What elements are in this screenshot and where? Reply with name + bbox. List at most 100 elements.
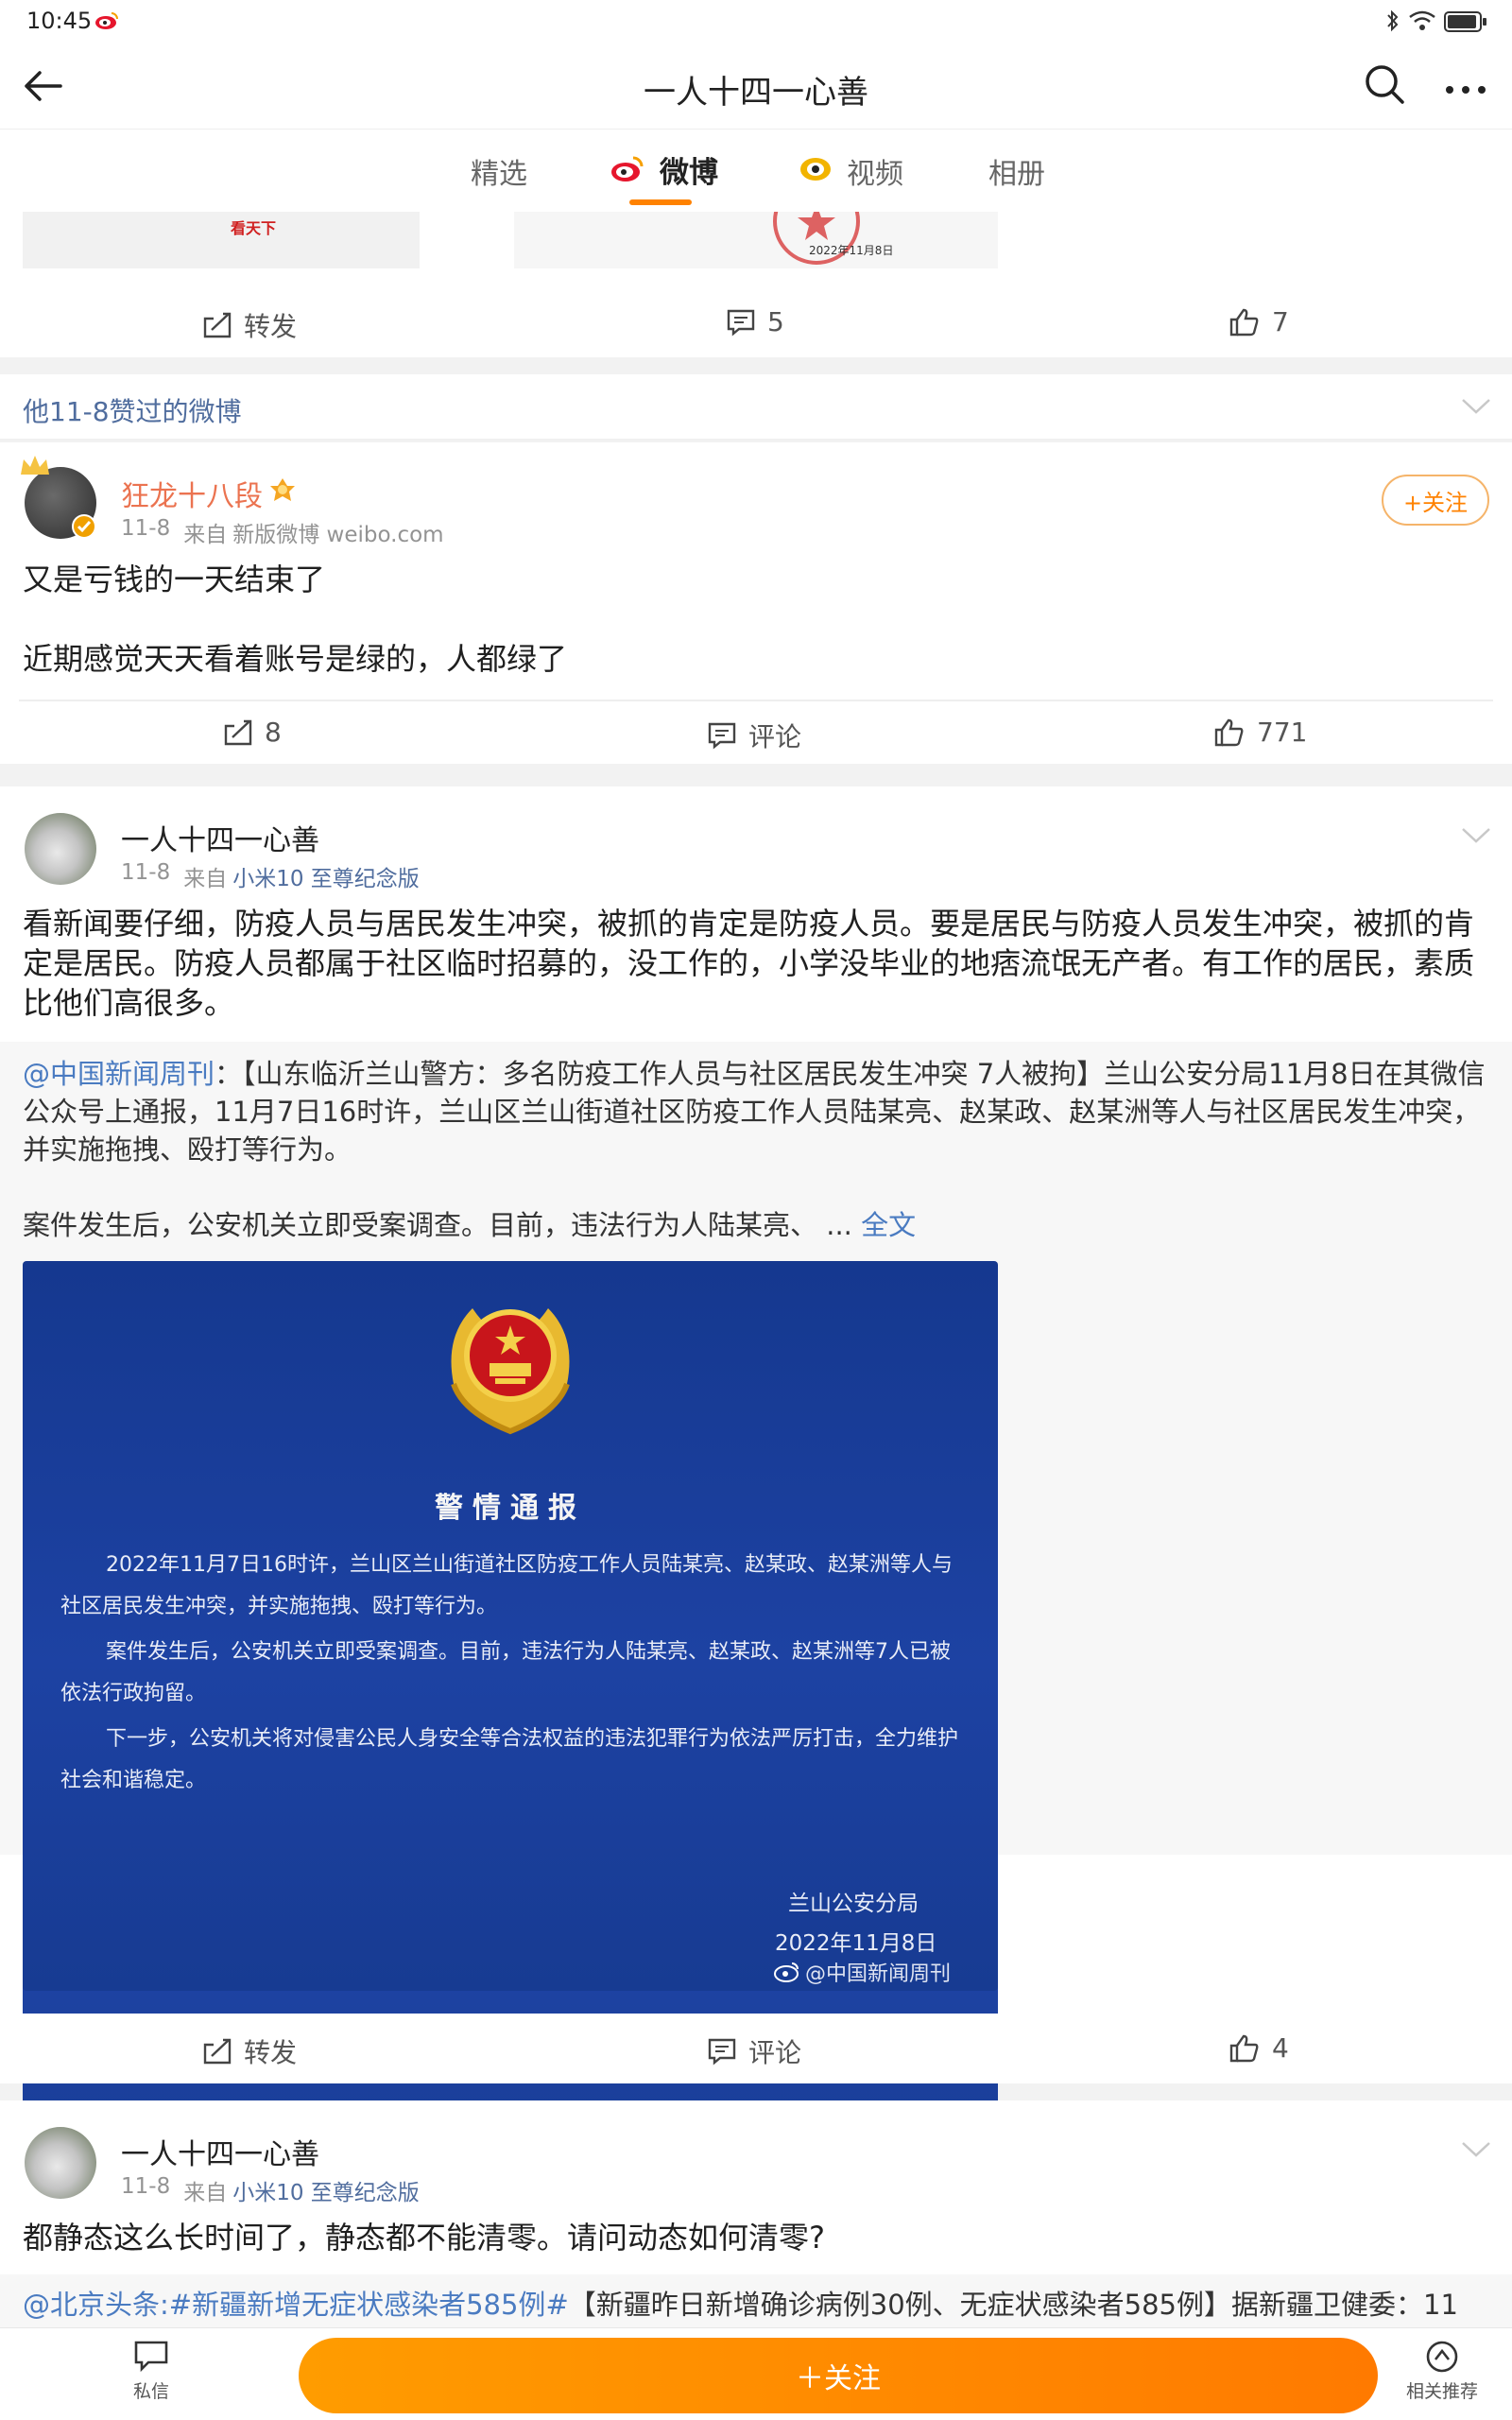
notice-signature: 兰山公安分局 — [788, 1892, 919, 1916]
avatar[interactable] — [21, 456, 96, 539]
verified-badge-icon — [72, 514, 96, 539]
watermark-text: @中国新闻周刊 — [805, 1962, 952, 1986]
thumbs-up-icon — [1229, 308, 1259, 336]
page-title: 一人十四一心善 — [644, 74, 868, 112]
crown-decoration-icon — [19, 454, 51, 480]
repost-button[interactable]: 8 — [223, 717, 282, 748]
like-button[interactable]: 771 — [1213, 717, 1307, 748]
post-date: 11-8 — [121, 516, 171, 541]
post-date: 11-8 — [121, 2174, 171, 2199]
follow-button[interactable]: +关注 — [1382, 475, 1489, 526]
tab-active-indicator — [629, 199, 692, 205]
chevron-down-icon[interactable] — [1461, 397, 1491, 420]
status-time: 10:45 — [26, 8, 93, 34]
bottom-bar: 私信 ＋关注 相关推荐 — [0, 2327, 1512, 2420]
comment-count: 5 — [767, 306, 784, 337]
post-source: 新版微博 weibo.com — [232, 523, 444, 547]
previous-post: 看天下 2022年11月8日 转发 5 7 — [0, 212, 1512, 357]
image-caption-left: 看天下 — [231, 219, 277, 237]
post-text-line2: 近期感觉天天看着账号是绿的，人都绿了 — [23, 641, 568, 677]
tab-video[interactable]: 视频 — [847, 150, 903, 192]
more-options-icon[interactable] — [1444, 81, 1487, 99]
tab-album[interactable]: 相册 — [988, 150, 1045, 192]
repost-label: 转发 — [244, 311, 298, 342]
compass-icon — [1426, 2341, 1458, 2373]
bluetooth-icon — [1385, 9, 1400, 36]
quoted-post[interactable]: @北京头条:#新疆新增无症状感染者585例#【新疆昨日新增确诊病例30例、无症状… — [0, 2274, 1512, 2331]
video-icon — [799, 156, 832, 186]
comment-button[interactable]: 5 — [726, 306, 784, 337]
notice-paragraph-1: 2022年11月7日16时许，兰山区兰山街道社区防疫工作人员陆某亮、赵某政、赵某… — [60, 1553, 953, 1618]
thumbs-up-icon — [1214, 718, 1244, 746]
avatar[interactable] — [25, 813, 96, 885]
tab-weibo[interactable]: 微博 — [660, 148, 718, 191]
police-notice-content: 警情通报 2022年11月7日16时许，兰山区兰山街道社区防疫工作人员陆某亮、赵… — [23, 1261, 998, 1991]
related-recommend-button[interactable]: 相关推荐 — [1385, 2340, 1499, 2415]
chevron-down-icon[interactable] — [1461, 826, 1491, 849]
post-username[interactable]: 一人十四一心善 — [121, 2131, 319, 2172]
like-count: 4 — [1272, 2032, 1289, 2064]
quoted-text-2: 案件发生后，公安机关立即受案调查。目前，违法行为人陆某亮、 ... — [23, 1209, 852, 1241]
post-meta: 11-8 来自 新版微博 weibo.com — [121, 516, 444, 548]
quoted-hashtag-link[interactable]: :#新疆新增无症状感染者585例# — [160, 2289, 569, 2321]
post-meta: 11-8 来自 小米10 至尊纪念版 — [121, 2174, 420, 2206]
quoted-author-link[interactable]: @中国新闻周刊 — [23, 1058, 215, 1090]
status-bar: 10:45 — [0, 0, 1512, 47]
liked-section-label: 他11-8赞过的微博 — [23, 396, 242, 427]
like-count: 771 — [1257, 717, 1308, 748]
notice-paragraph-3: 下一步，公安机关将对侵害公民人身安全等合法权益的违法犯罪行为依法严厉打击，全力维… — [60, 1727, 959, 1792]
comment-button[interactable]: 评论 — [707, 2032, 801, 2070]
full-text-link[interactable]: 全文 — [861, 1209, 916, 1241]
message-button[interactable]: 私信 — [113, 2340, 189, 2415]
repost-button[interactable]: 转发 — [202, 2032, 297, 2070]
post-from: 来自 — [183, 867, 228, 891]
battery-icon — [1444, 11, 1487, 36]
post-date: 11-8 — [121, 860, 171, 885]
avatar[interactable] — [25, 2127, 96, 2199]
post-divider — [19, 700, 1493, 701]
post-2-actions: 转发 评论 4 — [0, 2014, 1512, 2083]
comment-label: 评论 — [748, 2037, 802, 2068]
repost-count: 8 — [265, 717, 282, 748]
stamp-date: 2022年11月8日 — [809, 244, 894, 257]
repost-button[interactable]: 转发 — [202, 306, 297, 344]
quoted-author-link[interactable]: @北京头条 — [23, 2289, 160, 2321]
search-icon[interactable] — [1363, 62, 1406, 110]
notice-date: 2022年11月8日 — [775, 1931, 937, 1956]
comment-label: 评论 — [748, 721, 802, 752]
quoted-text-second: 案件发生后，公安机关立即受案调查。目前，违法行为人陆某亮、 ... 全文 — [23, 1206, 916, 1244]
share-icon — [224, 719, 252, 745]
wifi-icon — [1408, 9, 1436, 36]
post-card-1: 狂龙十八段 11-8 来自 新版微博 weibo.com +关注 又是亏钱的一天… — [0, 442, 1512, 764]
comment-icon — [708, 722, 736, 750]
comment-icon — [727, 309, 755, 337]
post-meta: 11-8 来自 小米10 至尊纪念版 — [121, 860, 420, 892]
post-source[interactable]: 小米10 至尊纪念版 — [232, 2174, 420, 2206]
notice-watermark: @中国新闻周刊 — [773, 1957, 951, 1987]
thumbs-up-icon — [1229, 2034, 1259, 2062]
like-button[interactable]: 4 — [1228, 2032, 1289, 2064]
follow-big-button[interactable]: ＋关注 — [299, 2338, 1378, 2413]
quoted-text-1: ：【山东临沂兰山警方：多名防疫工作人员与社区居民发生冲突 7人被拘】兰山公安分局… — [23, 1058, 1486, 1166]
post-source[interactable]: 小米10 至尊纪念版 — [232, 860, 420, 892]
message-label: 私信 — [132, 2381, 169, 2402]
weibo-logo-icon — [610, 154, 644, 186]
post-username[interactable]: 狂龙十八段 — [121, 473, 263, 514]
stamp-seal-icon — [769, 212, 864, 268]
comment-icon — [708, 2038, 736, 2066]
chevron-down-icon[interactable] — [1461, 2140, 1491, 2163]
post-username[interactable]: 一人十四一心善 — [121, 817, 319, 858]
previous-post-image-left[interactable]: 看天下 — [23, 212, 420, 268]
quoted-text: @中国新闻周刊：【山东临沂兰山警方：多名防疫工作人员与社区居民发生冲突 7人被拘… — [23, 1055, 1489, 1168]
post-text: 看新闻要仔细，防疫人员与居民发生冲突，被抓的肯定是防疫人员。要是居民与防疫人员发… — [23, 906, 1475, 1021]
police-emblem-icon — [435, 1280, 586, 1444]
notice-title: 警情通报 — [435, 1492, 586, 1525]
post-from: 来自 — [183, 2181, 228, 2205]
recommend-label: 相关推荐 — [1405, 2381, 1478, 2402]
like-count: 7 — [1272, 306, 1289, 337]
tab-featured[interactable]: 精选 — [471, 150, 527, 192]
like-button[interactable]: 7 — [1228, 306, 1289, 337]
previous-post-image-right[interactable]: 2022年11月8日 — [514, 212, 998, 268]
comment-button[interactable]: 评论 — [707, 717, 801, 754]
quoted-text: @北京头条:#新疆新增无症状感染者585例#【新疆昨日新增确诊病例30例、无症状… — [23, 2286, 1458, 2324]
